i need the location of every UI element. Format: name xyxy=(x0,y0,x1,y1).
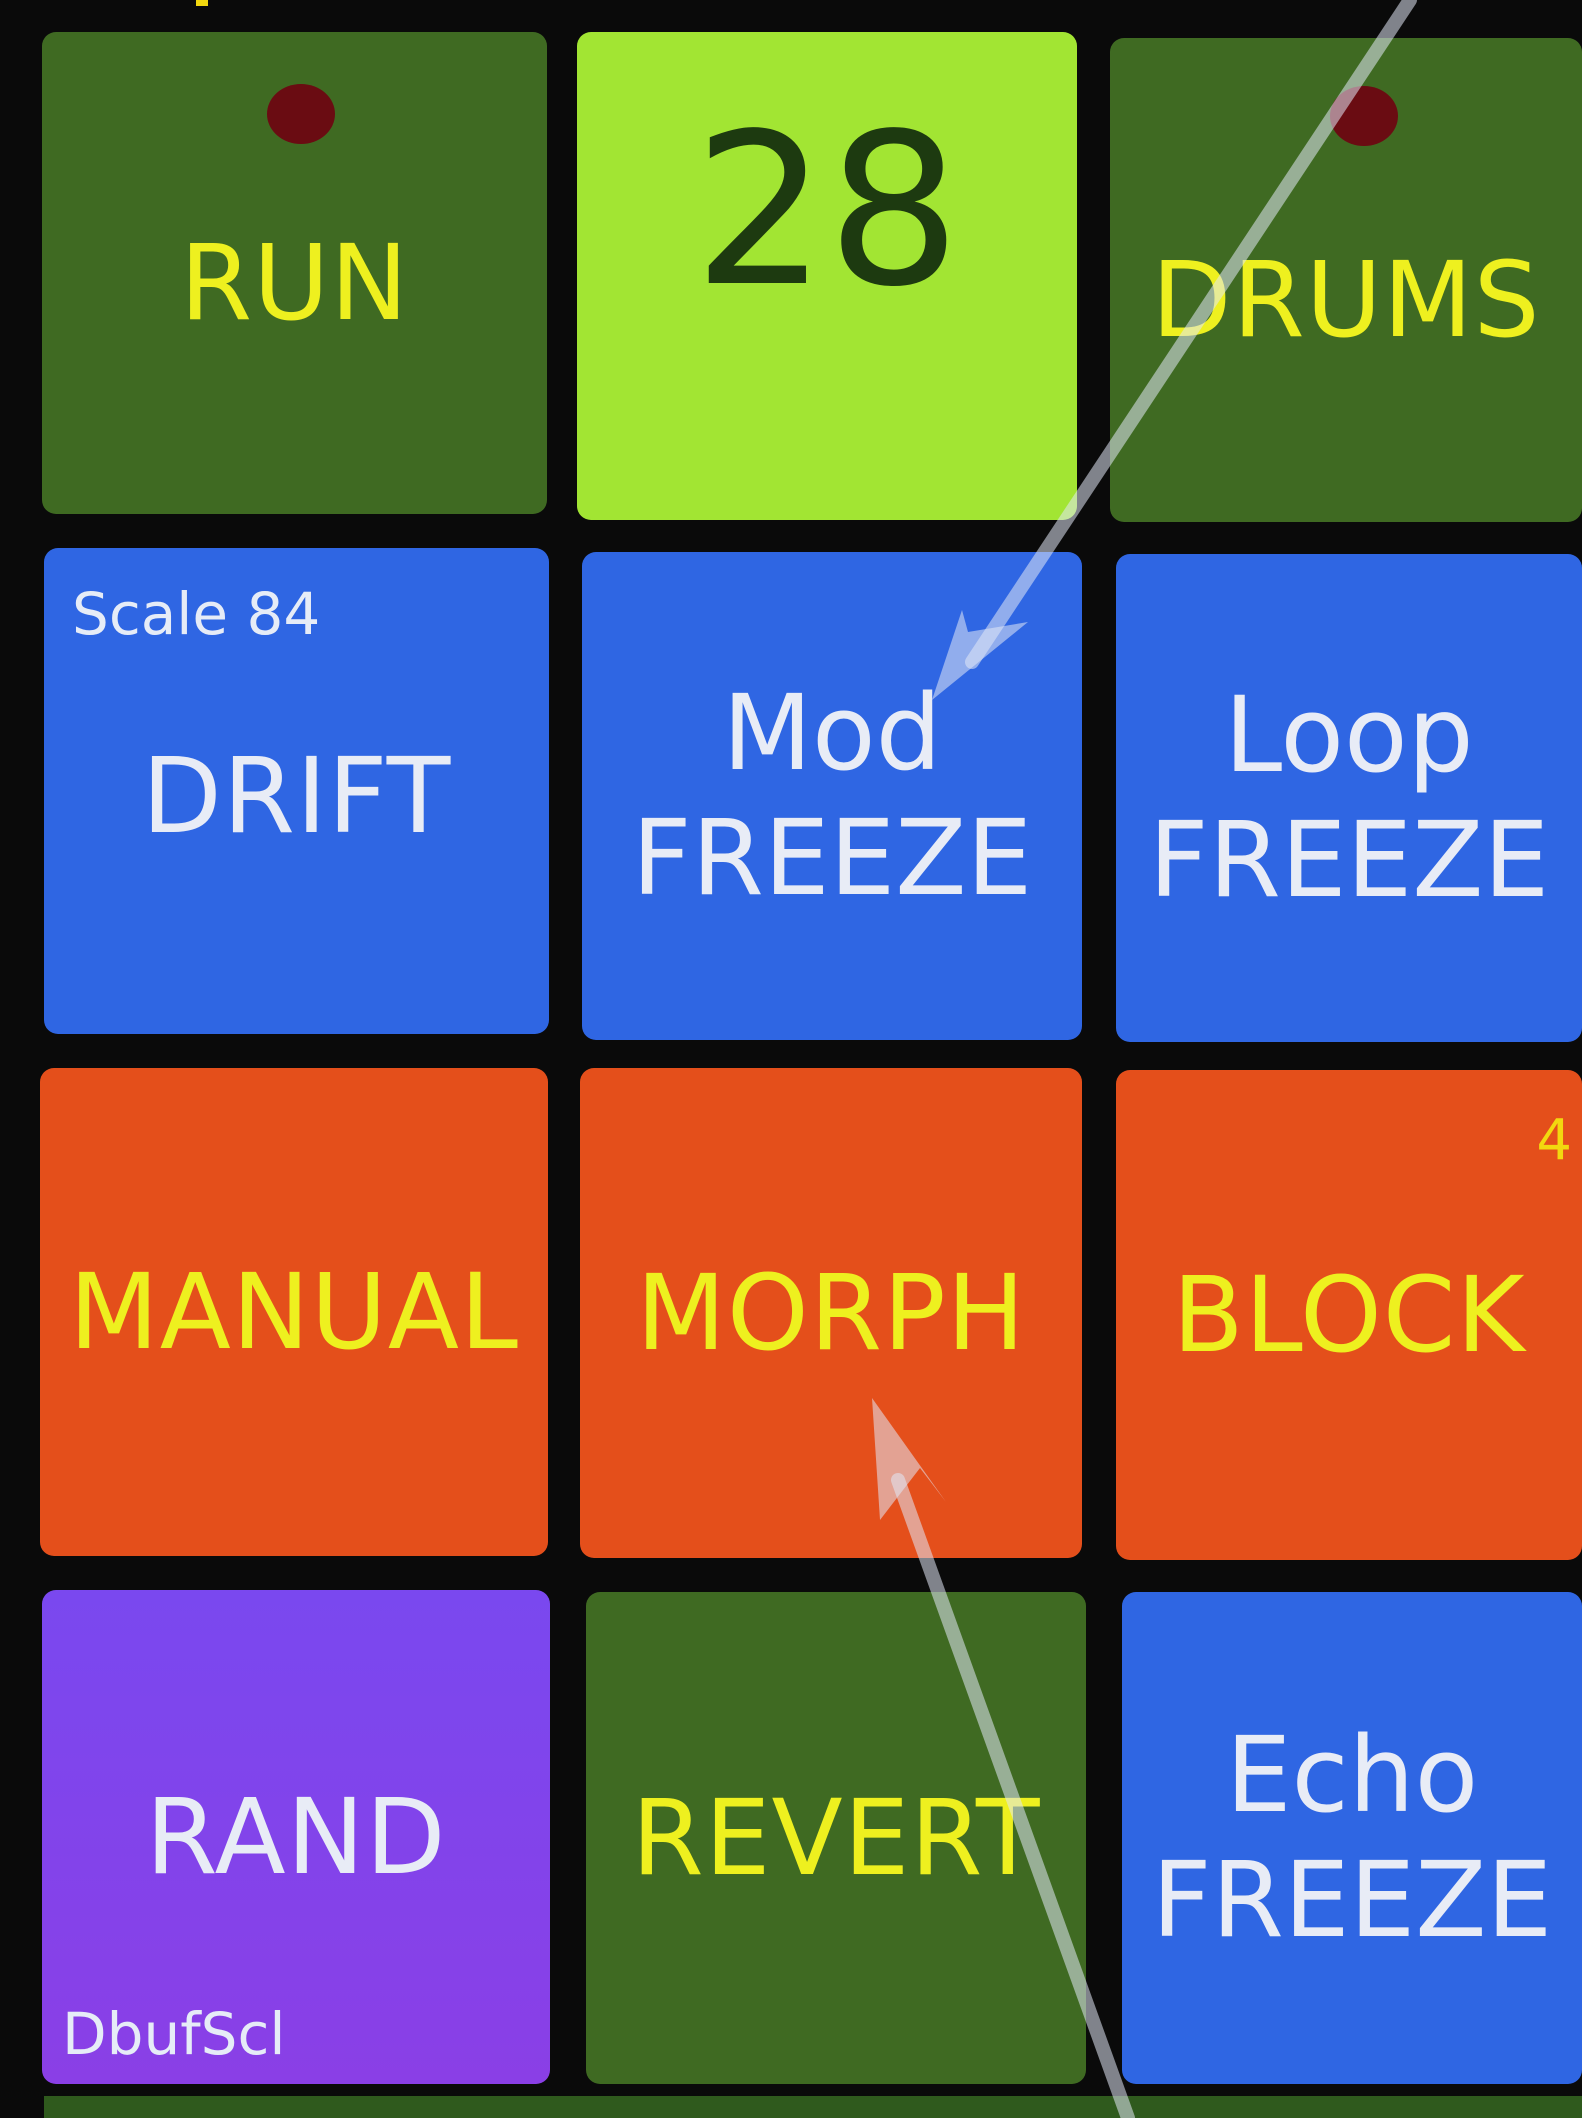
annotation-arrows xyxy=(872,0,1417,2118)
arrow-to-morph xyxy=(872,1398,1135,2118)
arrow-head-upper xyxy=(932,610,1028,700)
arrow-shaft-upper xyxy=(965,0,1417,669)
arrow-shaft-lower xyxy=(891,1473,1135,2118)
arrow-to-mod-freeze xyxy=(932,0,1417,700)
